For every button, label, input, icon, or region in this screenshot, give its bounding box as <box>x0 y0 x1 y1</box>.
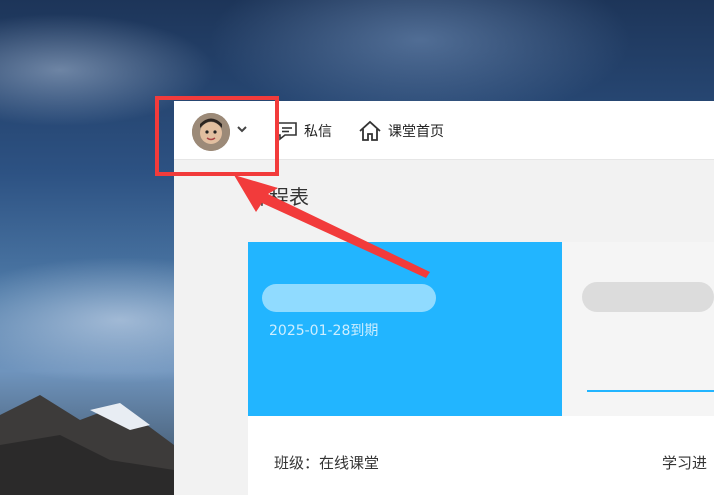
annotation-highlight-box <box>155 96 279 176</box>
course-name-blurred <box>262 284 436 312</box>
course-card-active[interactable]: 2025-01-28到期 <box>248 242 562 416</box>
page-title: 课程表 <box>249 185 309 209</box>
nav-class-home[interactable]: 课堂首页 <box>358 118 444 144</box>
home-icon <box>359 120 381 141</box>
course-expiry: 2025-01-28到期 <box>269 323 379 339</box>
course-card-inactive[interactable] <box>562 242 714 416</box>
tab-underline <box>587 390 714 392</box>
message-icon <box>277 122 297 141</box>
course-name-blurred <box>582 282 714 312</box>
class-label: 班级：在线课堂 <box>274 454 380 472</box>
nav-class-home-label: 课堂首页 <box>388 124 444 140</box>
watermark-url: jingyan.baidu.com <box>553 466 655 479</box>
nav-messages[interactable]: 私信 <box>276 118 332 144</box>
wallpaper-mountain <box>0 395 174 495</box>
nav-messages-label: 私信 <box>304 124 332 140</box>
watermark-brand: Bai 经验 <box>552 420 682 455</box>
